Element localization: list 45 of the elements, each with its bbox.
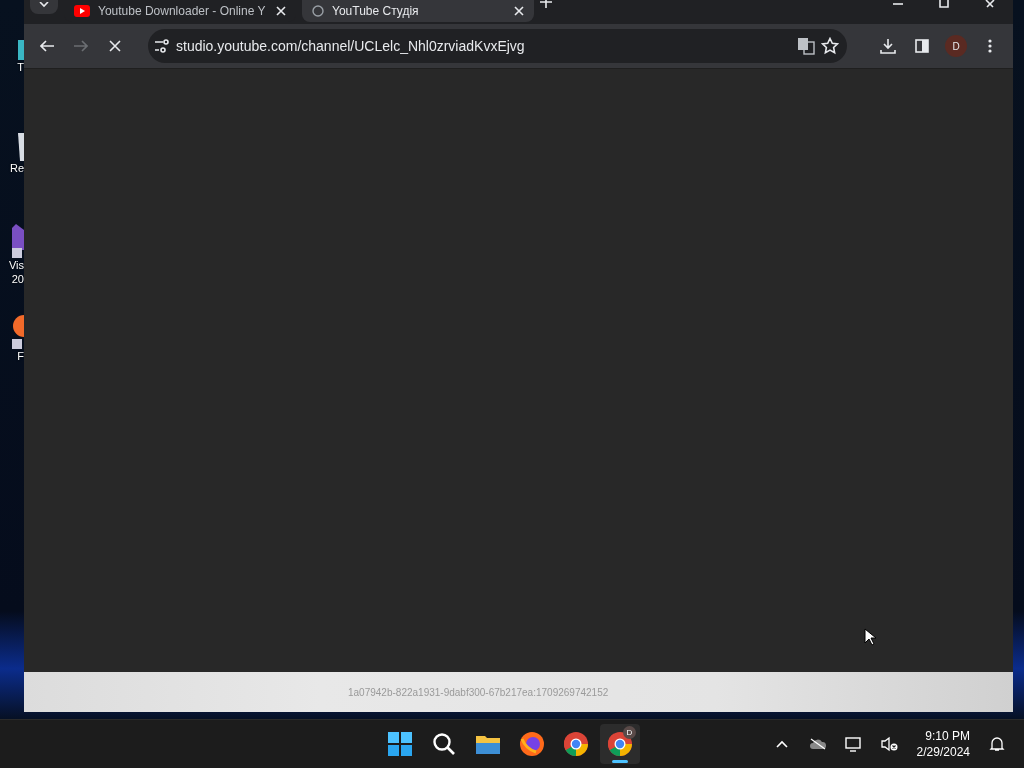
close-icon[interactable] xyxy=(276,6,286,16)
desktop-icon-label: Re xyxy=(9,161,24,175)
desktop-icon-label: 20 xyxy=(11,272,24,286)
video-logo-icon xyxy=(74,5,90,17)
monitor-icon xyxy=(844,736,863,752)
close-icon xyxy=(985,0,995,8)
back-arrow-icon xyxy=(40,40,54,52)
session-id-text: 1a07942b-822a1931-9dabf300-67b217ea:1709269742152 xyxy=(348,686,609,698)
side-panel-icon xyxy=(915,39,929,53)
search-icon xyxy=(432,732,456,756)
address-bar[interactable]: studio.youtube.com/channel/UCLelc_Nhl0zrviadKvxEjvg xyxy=(148,29,847,63)
close-icon[interactable] xyxy=(514,6,524,16)
maximize-icon xyxy=(939,0,949,8)
translate-icon[interactable] xyxy=(797,37,815,55)
more-vertical-icon xyxy=(988,39,992,53)
speaker-muted-icon xyxy=(880,736,899,752)
active-indicator xyxy=(612,760,628,763)
globe-icon xyxy=(312,5,324,17)
chrome-icon xyxy=(563,731,589,757)
chevron-up-icon xyxy=(775,740,788,748)
forward-arrow-icon xyxy=(74,40,88,52)
plus-icon[interactable] xyxy=(540,0,552,8)
profile-badge: D xyxy=(623,726,636,739)
windows-logo-icon xyxy=(388,732,412,756)
desktop-icon-label: F xyxy=(17,349,24,363)
mouse-cursor-icon xyxy=(864,628,876,646)
profile-avatar[interactable]: D xyxy=(945,35,967,57)
bell-icon xyxy=(989,736,1005,752)
minimize-icon xyxy=(893,0,903,6)
url-text: studio.youtube.com/channel/UCLelc_Nhl0zrviadKvxEjvg xyxy=(176,38,526,54)
desktop-icon-label: T xyxy=(17,60,24,74)
desktop-icon-label: Vis xyxy=(8,258,24,272)
tab-search-button[interactable] xyxy=(30,0,58,14)
close-icon xyxy=(109,40,121,52)
clock-date: 2/29/2024 xyxy=(916,744,970,760)
folder-icon xyxy=(475,733,501,755)
browser-tab[interactable]: YouTube Студія xyxy=(302,0,534,22)
chrome-icon xyxy=(607,731,633,757)
chevron-down-icon xyxy=(39,2,49,8)
clock-time: 9:10 PM xyxy=(925,728,970,744)
site-settings-icon[interactable] xyxy=(154,39,170,53)
star-icon[interactable] xyxy=(821,37,839,55)
taskbar-app-button[interactable]: D xyxy=(600,724,640,764)
cloud-icon xyxy=(808,738,827,750)
download-icon xyxy=(880,38,896,54)
